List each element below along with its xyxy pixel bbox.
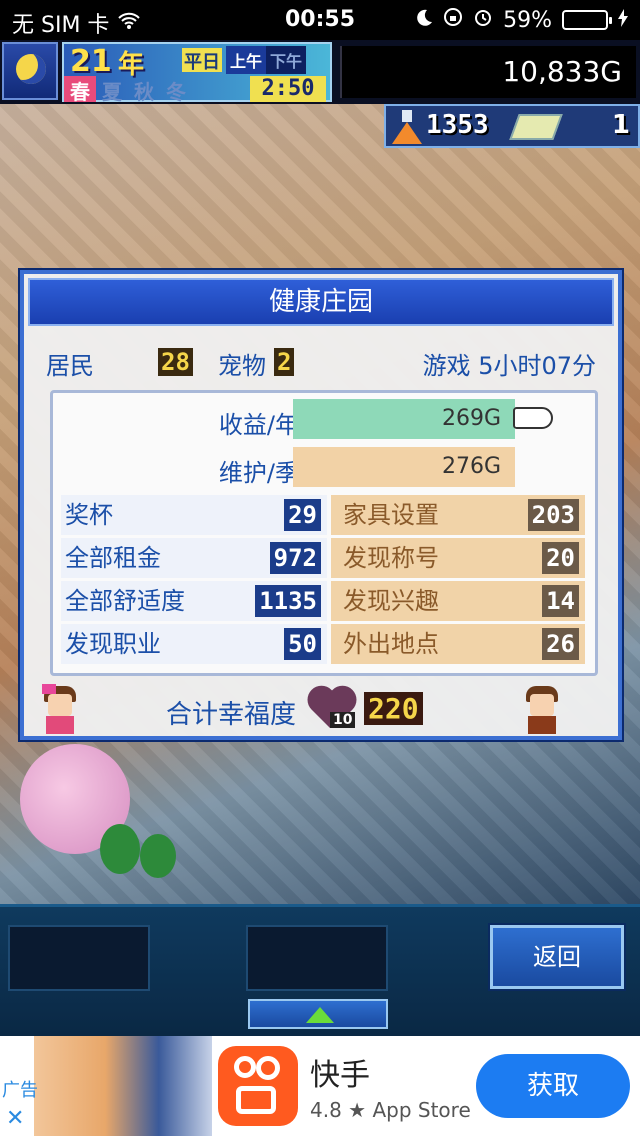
- icon-camera: [236, 1086, 276, 1114]
- research-points: 1353: [426, 110, 489, 140]
- stat-value: 50: [284, 628, 321, 660]
- stat-total-comfort: 全部舒适度 1135: [61, 581, 327, 621]
- status-bar: 无 SIM 卡 00:55 59%: [0, 0, 640, 40]
- icon-circle: [256, 1056, 280, 1080]
- stat-label: 全部租金: [65, 544, 161, 572]
- girl-avatar: [40, 684, 80, 734]
- upkeep-row: 维护/季 276G: [53, 447, 595, 489]
- ticket-count: 1: [611, 110, 630, 140]
- upkeep-bar: 276G: [293, 447, 515, 487]
- season-indicator: 春 夏 秋 冬: [64, 76, 192, 104]
- stat-interests: 发现兴趣 14: [331, 581, 585, 621]
- year-number: 21: [70, 44, 112, 79]
- stat-value: 20: [542, 542, 579, 574]
- stat-value: 26: [542, 628, 579, 660]
- income-bar: 269G: [293, 399, 515, 439]
- pointing-hand-icon: [513, 407, 553, 429]
- stats-panel: 收益/年 269G 维护/季 276G 奖杯 29 家具设置 203 全部租金 …: [50, 390, 598, 676]
- heart-level: 10: [330, 712, 356, 728]
- game-clock: 2:50: [250, 76, 326, 102]
- bottom-menu: 返回: [0, 904, 640, 1036]
- stat-value: 14: [542, 585, 579, 617]
- stat-label: 发现兴趣: [343, 587, 439, 615]
- avatar-face: [530, 694, 554, 716]
- income-label: 收益/年: [218, 411, 299, 439]
- stat-value: 203: [527, 499, 579, 531]
- menu-slot-2[interactable]: [246, 925, 388, 991]
- stat-label: 发现称号: [343, 544, 439, 572]
- weekday-label: 平日: [182, 48, 222, 73]
- bush: [140, 834, 176, 878]
- ad-banner[interactable]: 广告 ✕ 快手 4.8 ★ App Store 获取: [0, 1036, 640, 1136]
- stat-furniture: 家具设置 203: [331, 495, 585, 535]
- bush: [100, 824, 140, 874]
- income-row: 收益/年 269G: [53, 399, 595, 441]
- ampm-indicator: 上午 下午: [226, 46, 307, 74]
- stat-label: 外出地点: [343, 630, 439, 658]
- dialog-title: 健康庄园: [28, 278, 614, 326]
- season-autumn: 秋: [134, 80, 154, 104]
- pets-count: 2: [274, 348, 295, 376]
- stat-total-rent: 全部租金 972: [61, 538, 327, 578]
- stat-value: 29: [284, 499, 321, 531]
- charging-icon: [618, 8, 628, 33]
- ad-label: 广告: [2, 1080, 38, 1101]
- night-mode-button[interactable]: [2, 42, 58, 100]
- stat-value: 972: [269, 542, 321, 574]
- research-flask-icon: [392, 110, 422, 144]
- info-row: 居民 28 宠物 2 游戏 5小时07分: [24, 346, 618, 382]
- residents-label: 居民: [46, 352, 94, 380]
- stat-label: 家具设置: [343, 501, 439, 529]
- ad-rating: 4.8 ★ App Store: [310, 1098, 471, 1122]
- moon-dnd-icon: [415, 8, 433, 33]
- icon-circle: [234, 1056, 256, 1078]
- avatar-body: [46, 716, 74, 734]
- resource-bar: 1353 1: [384, 104, 640, 148]
- stat-label: 全部舒适度: [65, 587, 185, 615]
- stat-label: 发现职业: [65, 630, 161, 658]
- pm-label: 下午: [266, 46, 307, 74]
- happiness-row: 合计幸福度 10 220: [24, 684, 618, 736]
- season-spring: 春: [64, 76, 96, 104]
- kuaishou-app-icon[interactable]: [218, 1046, 298, 1126]
- moon-icon: [16, 54, 46, 84]
- upkeep-label: 维护/季: [218, 459, 299, 487]
- stat-value: 1135: [255, 585, 321, 617]
- am-label: 上午: [226, 46, 267, 74]
- up-arrow-icon: [306, 1007, 334, 1023]
- stat-trophies: 奖杯 29: [61, 495, 327, 535]
- alarm-icon: [473, 7, 493, 33]
- ad-image[interactable]: [34, 1036, 212, 1136]
- date-panel: 21 年 春 夏 秋 冬 平日 上午 下午 2:50: [62, 42, 332, 104]
- stat-jobs: 发现职业 50: [61, 624, 327, 664]
- menu-slot-1[interactable]: [8, 925, 150, 991]
- battery-icon: [562, 10, 612, 30]
- season-summer: 夏: [102, 80, 122, 104]
- pets-label: 宠物: [218, 352, 266, 380]
- avatar-body: [528, 716, 556, 734]
- residents-count: 28: [158, 348, 193, 376]
- avatar-face: [48, 694, 72, 716]
- battery-percent: 59%: [503, 7, 552, 33]
- rotation-lock-icon: [443, 7, 463, 33]
- game-hud: 21 年 春 夏 秋 冬 平日 上午 下午 2:50 10,833G: [0, 40, 640, 104]
- money-display: 10,833G: [340, 46, 636, 98]
- back-button[interactable]: 返回: [490, 925, 624, 989]
- get-app-button[interactable]: 获取: [476, 1054, 630, 1118]
- expand-menu-button[interactable]: [248, 999, 388, 1029]
- stat-titles: 发现称号 20: [331, 538, 585, 578]
- happiness-value: 220: [364, 692, 423, 725]
- status-right: 59%: [415, 7, 628, 33]
- season-winter: 冬: [166, 80, 186, 104]
- ad-app-name: 快手: [310, 1058, 370, 1093]
- boy-avatar: [522, 684, 562, 734]
- ad-close-icon[interactable]: ✕: [6, 1106, 24, 1131]
- ticket-icon: [509, 114, 563, 140]
- stat-label: 奖杯: [65, 501, 113, 529]
- apartment-summary-dialog: 健康庄园 居民 28 宠物 2 游戏 5小时07分 收益/年 269G 维护/季…: [20, 270, 622, 740]
- happiness-label: 合计幸福度: [166, 700, 297, 730]
- hair-bow-icon: [42, 684, 56, 694]
- stat-outings: 外出地点 26: [331, 624, 585, 664]
- play-time: 游戏 5小时07分: [422, 352, 596, 380]
